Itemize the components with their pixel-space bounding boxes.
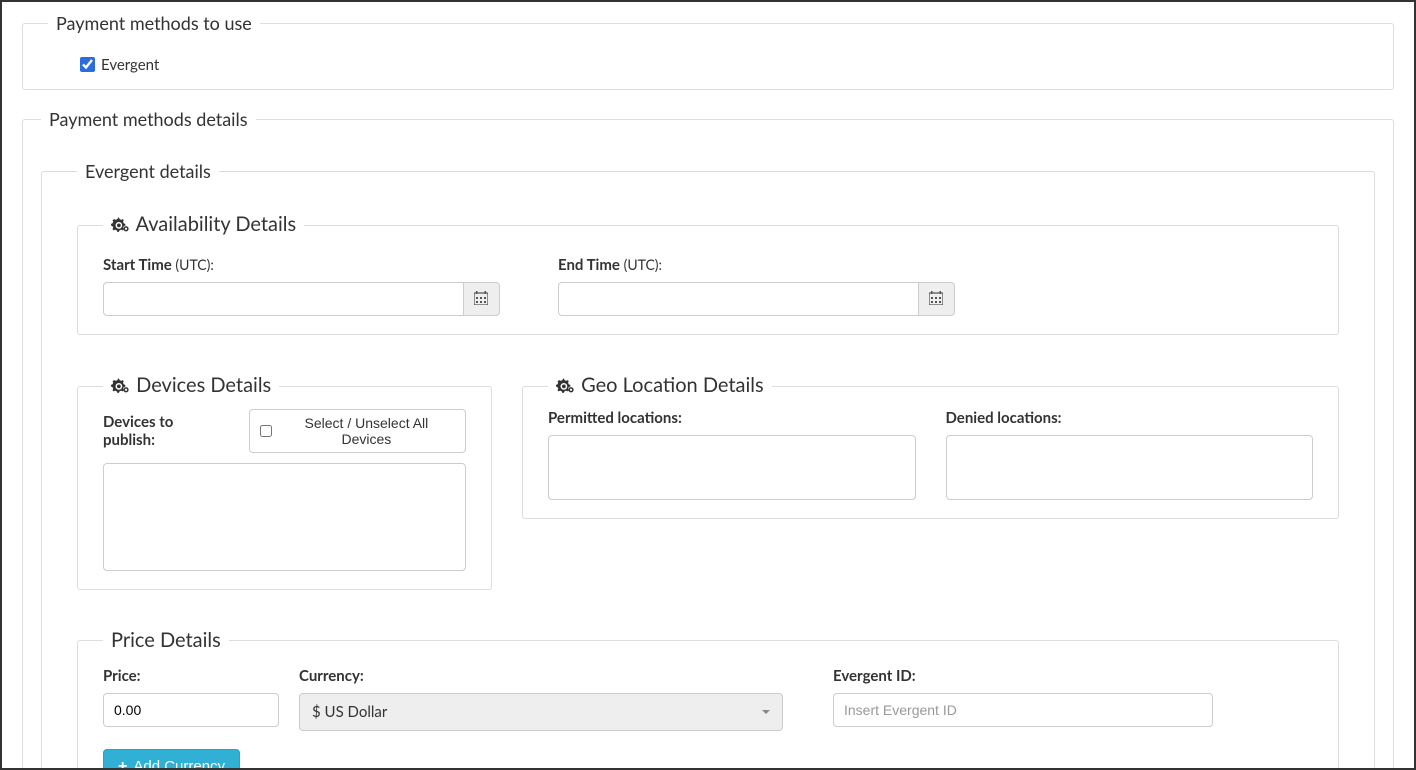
evergent-id-label: Evergent ID:: [833, 667, 1213, 685]
geo-location-details-label: Geo Location Details: [581, 373, 764, 397]
end-time-label: End Time (UTC):: [558, 256, 983, 274]
currency-label: Currency:: [299, 667, 783, 685]
geo-location-details-legend: Geo Location Details: [548, 373, 772, 399]
currency-select[interactable]: $ US Dollar: [299, 693, 783, 731]
availability-details-label: Availability Details: [135, 212, 296, 236]
payment-methods-to-use-legend: Payment methods to use: [48, 12, 260, 34]
availability-details-legend: Availability Details: [103, 212, 304, 238]
add-currency-label: Add Currency: [133, 758, 225, 770]
select-all-devices-label: Select / Unselect All Devices: [278, 415, 455, 447]
chevron-down-icon: [762, 710, 770, 714]
devices-details-legend: Devices Details: [103, 373, 279, 399]
calendar-icon: [929, 291, 943, 308]
start-time-label: Start Time (UTC):: [103, 256, 528, 274]
availability-details-fieldset: Availability Details Start Time (UTC):: [77, 212, 1339, 335]
calendar-button-end[interactable]: [919, 282, 955, 316]
devices-list-box[interactable]: [103, 463, 466, 571]
payment-methods-details-fieldset: Payment methods details Evergent details…: [22, 108, 1394, 770]
select-all-devices-checkbox[interactable]: [260, 425, 272, 437]
price-input[interactable]: [103, 693, 279, 727]
permitted-locations-box[interactable]: [548, 435, 916, 500]
evergent-details-legend: Evergent details: [77, 160, 219, 182]
end-time-input[interactable]: [558, 282, 919, 316]
gears-icon: [556, 375, 574, 399]
denied-locations-label: Denied locations:: [946, 409, 1314, 427]
currency-selected-value: $ US Dollar: [312, 703, 387, 721]
devices-details-label: Devices Details: [136, 373, 271, 397]
evergent-checkbox[interactable]: [80, 57, 95, 72]
price-details-legend: Price Details: [103, 628, 229, 652]
payment-methods-to-use-fieldset: Payment methods to use Evergent: [22, 12, 1394, 90]
add-currency-button[interactable]: + Add Currency: [103, 749, 240, 770]
gears-icon: [111, 214, 129, 238]
price-details-fieldset: Price Details Price: Currency: $ US Doll…: [77, 628, 1339, 770]
permitted-locations-label: Permitted locations:: [548, 409, 916, 427]
select-all-devices-button[interactable]: Select / Unselect All Devices: [249, 409, 466, 453]
price-label: Price:: [103, 667, 279, 685]
payment-methods-details-legend: Payment methods details: [41, 108, 256, 130]
start-time-input[interactable]: [103, 282, 464, 316]
evergent-details-fieldset: Evergent details Availability Details St…: [41, 160, 1375, 770]
gears-icon: [111, 375, 129, 399]
evergent-id-input[interactable]: [833, 693, 1213, 727]
calendar-icon: [474, 291, 488, 308]
geo-location-details-fieldset: Geo Location Details Permitted locations…: [522, 373, 1339, 519]
evergent-checkbox-label: Evergent: [101, 56, 159, 74]
calendar-button-start[interactable]: [464, 282, 500, 316]
plus-icon: +: [118, 759, 127, 770]
devices-details-fieldset: Devices Details Devices to publish: Sele…: [77, 373, 492, 590]
devices-to-publish-label: Devices to publish:: [103, 413, 229, 449]
denied-locations-box[interactable]: [946, 435, 1314, 500]
